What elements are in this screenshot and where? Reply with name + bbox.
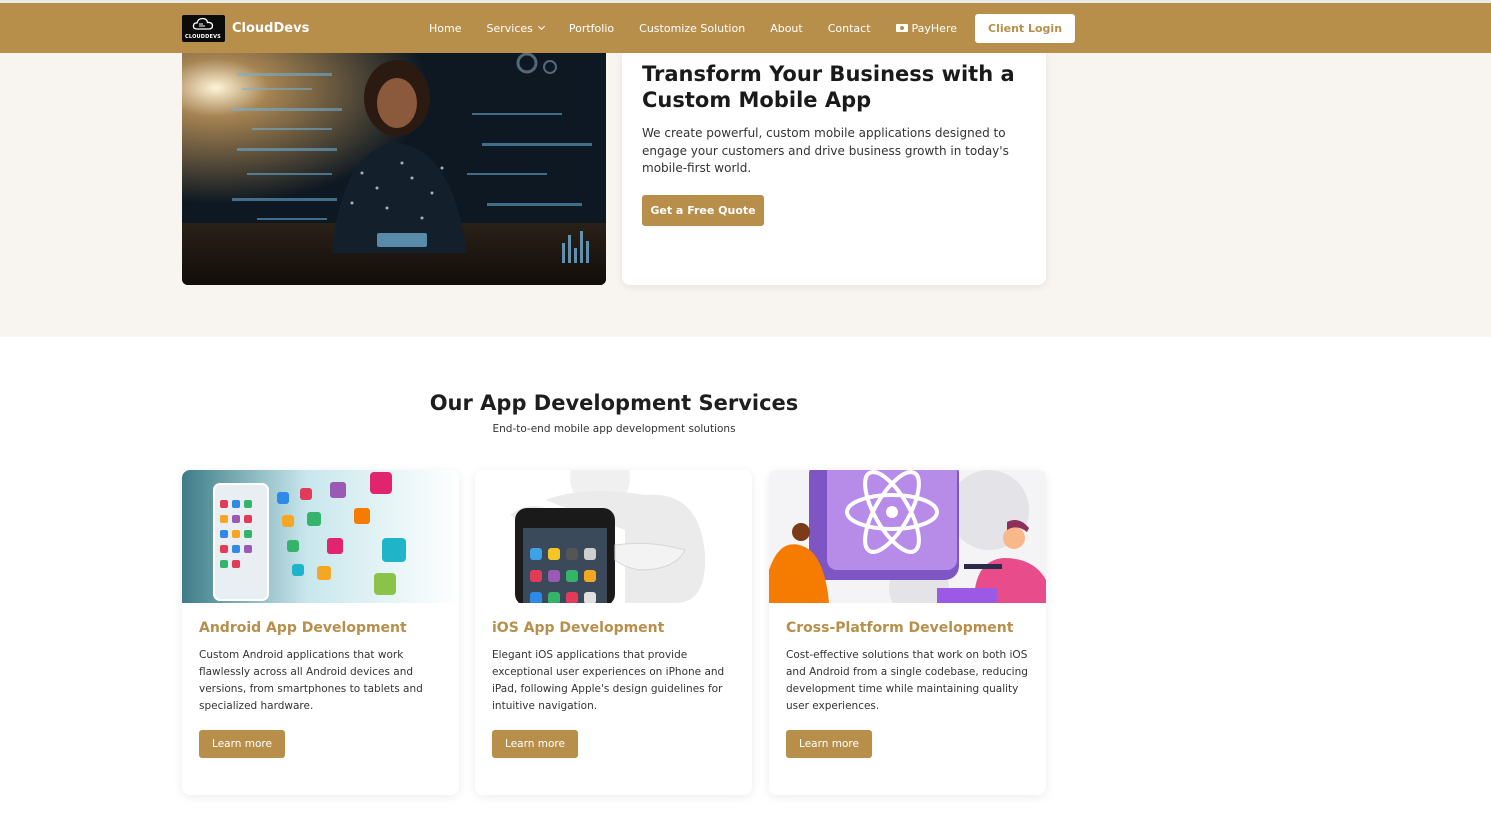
service-card-cross-platform: Cross-Platform Development Cost-effectiv… <box>769 470 1046 795</box>
nav-portfolio[interactable]: Portfolio <box>569 22 614 35</box>
nav-customize-solution[interactable]: Customize Solution <box>639 22 745 35</box>
get-free-quote-button[interactable]: Get a Free Quote <box>642 195 764 226</box>
hero-title: Transform Your Business with a Custom Mo… <box>642 62 1015 112</box>
hero-description: We create powerful, custom mobile applic… <box>642 126 1009 175</box>
android-learn-more-button[interactable]: Learn more <box>199 730 285 758</box>
android-card-description: Custom Android applications that work fl… <box>199 649 423 712</box>
cloud-logo-icon: CLOUDDEVS <box>182 15 225 42</box>
money-icon <box>895 24 908 32</box>
nav-payhere[interactable]: PayHere <box>895 21 957 35</box>
ios-app-image <box>475 470 752 603</box>
hero-section: Transform Your Business with a Custom Mo… <box>0 53 1491 337</box>
service-card-ios: iOS App Development Elegant iOS applicat… <box>475 470 752 795</box>
brand-name: CloudDevs <box>232 21 310 36</box>
cross-platform-card-title: Cross-Platform Development <box>786 620 1014 636</box>
cross-platform-learn-more-button[interactable]: Learn more <box>786 730 872 758</box>
brand-link[interactable]: CLOUDDEVS CloudDevs <box>182 15 309 42</box>
services-subtitle: End-to-end mobile app development soluti… <box>492 423 736 435</box>
navbar: CLOUDDEVS CloudDevs Home Services Portfo… <box>0 3 1491 53</box>
logo-text: CLOUDDEVS <box>185 34 221 40</box>
nav-contact[interactable]: Contact <box>828 22 871 35</box>
android-card-title: Android App Development <box>199 620 407 636</box>
services-title: Our App Development Services <box>429 391 799 415</box>
nav-services-label: Services <box>486 21 533 35</box>
ios-card-description: Elegant iOS applications that provide ex… <box>492 649 725 712</box>
android-app-image <box>182 470 459 603</box>
hero-card: Transform Your Business with a Custom Mo… <box>622 53 1046 285</box>
cross-platform-card-description: Cost-effective solutions that work on bo… <box>786 649 1028 712</box>
ios-card-title: iOS App Development <box>492 620 665 636</box>
chevron-down-icon <box>537 22 545 31</box>
client-login-button[interactable]: Client Login <box>975 13 1076 43</box>
service-card-android: Android App Development Custom Android a… <box>182 470 459 795</box>
nav-about[interactable]: About <box>770 22 803 35</box>
nav-payhere-label: PayHere <box>911 21 957 35</box>
cross-platform-image <box>769 470 1046 603</box>
hero-image <box>182 53 606 285</box>
nav-home[interactable]: Home <box>429 22 461 35</box>
main-nav: Home Services Portfolio Customize Soluti… <box>429 3 1076 53</box>
ios-learn-more-button[interactable]: Learn more <box>492 730 578 758</box>
nav-services[interactable]: Services <box>486 21 545 35</box>
